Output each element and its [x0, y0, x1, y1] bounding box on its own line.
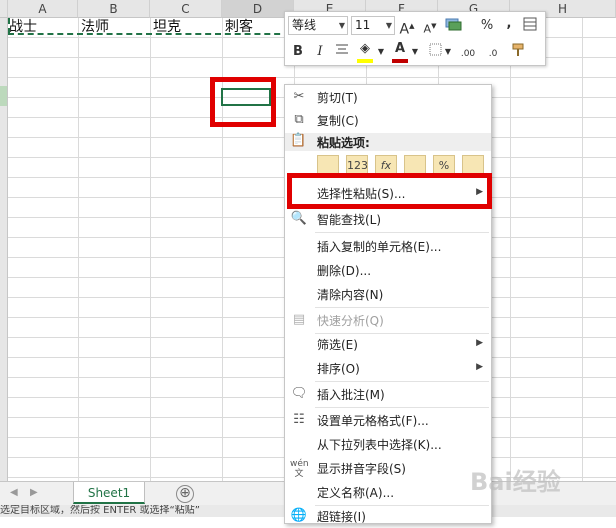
column-header-b[interactable]: B — [78, 0, 150, 18]
menu-item-label: 剪切(T) — [317, 91, 358, 105]
mini-toolbar: 等线 ▼ 11 ▼ A▲ A▼ % , B I ◈ ▼ A ▼ ▼ .00 .0 — [284, 11, 546, 66]
menu-item-copy[interactable]: ⧉ 复制(C) — [285, 108, 491, 132]
menu-item-format-cells[interactable]: ☷ 设置单元格格式(F)... — [285, 408, 491, 432]
paste-options-header: 📋 粘贴选项: — [285, 133, 491, 151]
quick-analysis-icon: ▤ — [292, 312, 306, 327]
bold-button[interactable]: B — [291, 43, 305, 61]
increase-font-label: A — [399, 21, 410, 38]
context-menu: ✂ 剪切(T) ⧉ 复制(C) 📋 粘贴选项: 123 fx % 选择性粘贴(S… — [284, 84, 492, 524]
font-color-button[interactable]: A — [391, 40, 409, 63]
font-size-box[interactable]: 11 ▼ — [351, 16, 395, 35]
phonetic-icon: wén 文 — [290, 459, 309, 479]
font-size-value: 11 — [355, 18, 371, 32]
menu-item-label: 插入复制的单元格(E)... — [317, 240, 442, 254]
menu-item-hyperlink[interactable]: 🌐 超链接(I) — [285, 504, 491, 528]
menu-item-label: 排序(O) — [317, 362, 360, 376]
add-sheet-icon[interactable]: ⊕ — [176, 485, 194, 503]
menu-item-label: 筛选(E) — [317, 338, 358, 352]
menu-item-show-phonetic[interactable]: wén 文 显示拼音字段(S) — [285, 456, 491, 480]
menu-item-pick-from-list[interactable]: 从下拉列表中选择(K)... — [285, 432, 491, 456]
comma-style-button[interactable]: , — [505, 15, 513, 33]
column-header-c[interactable]: C — [150, 0, 222, 18]
copy-marquee — [8, 33, 290, 35]
select-all-corner[interactable] — [0, 0, 8, 18]
menu-item-clear-contents[interactable]: 清除内容(N) — [285, 282, 491, 306]
chevron-down-icon[interactable]: ▼ — [377, 43, 385, 61]
format-painter-icon[interactable] — [521, 17, 539, 35]
tab-next-icon[interactable]: ▶ — [30, 487, 38, 498]
submenu-arrow-icon: ▶ — [476, 362, 483, 372]
fill-color-swatch — [357, 59, 373, 63]
sheet-tab-sheet1[interactable]: Sheet1 — [73, 482, 145, 504]
font-color-swatch — [392, 59, 408, 63]
comment-icon: 🗨 — [290, 386, 308, 401]
align-center-icon[interactable] — [334, 43, 350, 61]
menu-item-label: 删除(D)... — [317, 264, 372, 278]
menu-item-delete[interactable]: 删除(D)... — [285, 258, 491, 282]
chevron-down-icon[interactable]: ▼ — [411, 43, 419, 61]
format-cells-icon: ☷ — [293, 412, 305, 427]
borders-icon[interactable] — [427, 43, 443, 61]
watermark: Bai经验 — [470, 468, 561, 496]
font-name-value: 等线 — [292, 18, 317, 32]
fill-color-icon[interactable]: ◈ — [355, 40, 375, 63]
paste-options-label: 粘贴选项: — [317, 136, 370, 150]
menu-item-quick-analysis: ▤ 快速分析(Q) — [285, 308, 491, 332]
menu-item-insert-copied-cells[interactable]: 插入复制的单元格(E)... — [285, 234, 491, 258]
font-name-box[interactable]: 等线 ▼ — [288, 16, 348, 35]
hyperlink-icon: 🌐 — [290, 508, 308, 523]
menu-item-label: 设置单元格格式(F)... — [317, 414, 429, 428]
chevron-down-icon: ▼ — [338, 21, 345, 30]
active-row-marker — [0, 86, 7, 106]
highlight-box-paste-special — [287, 173, 492, 209]
menu-item-insert-comment[interactable]: 🗨 插入批注(M) — [285, 382, 491, 406]
menu-separator — [315, 232, 489, 233]
menu-item-label: 智能查找(L) — [317, 213, 382, 227]
accounting-format-icon[interactable] — [443, 17, 465, 35]
clipboard-icon: 📋 — [290, 133, 307, 148]
menu-item-label: 显示拼音字段(S) — [317, 462, 406, 476]
menu-item-label: 从下拉列表中选择(K)... — [317, 438, 442, 452]
copy-marquee-left — [8, 18, 10, 34]
font-color-label: A — [394, 41, 406, 56]
chevron-down-icon[interactable]: ▼ — [444, 43, 452, 61]
submenu-arrow-icon: ▶ — [476, 338, 483, 348]
percent-button[interactable]: % — [480, 17, 494, 35]
menu-item-define-name[interactable]: 定义名称(A)... — [285, 480, 491, 504]
column-header-a[interactable]: A — [8, 0, 78, 18]
scissors-icon: ✂ — [293, 89, 305, 104]
menu-item-smart-lookup[interactable]: 🔍 智能查找(L) — [285, 207, 491, 231]
highlight-box-active-cell — [210, 77, 276, 127]
menu-item-label: 定义名称(A)... — [317, 486, 395, 500]
italic-button[interactable]: I — [313, 43, 327, 61]
decrease-font-label: A — [423, 22, 432, 36]
smart-lookup-icon: 🔍 — [290, 211, 308, 226]
menu-item-filter[interactable]: 筛选(E) ▶ — [285, 332, 491, 356]
menu-item-sort[interactable]: 排序(O) ▶ — [285, 356, 491, 380]
tab-prev-icon[interactable]: ◀ — [10, 487, 18, 498]
decrease-font-button[interactable]: A▼ — [422, 17, 438, 36]
format-painter-brush-icon[interactable] — [509, 43, 527, 61]
increase-font-button[interactable]: A▲ — [399, 17, 415, 38]
menu-item-label: 快速分析(Q) — [317, 314, 384, 328]
number-format-icon — [445, 18, 462, 31]
menu-item-label: 清除内容(N) — [317, 288, 384, 302]
menu-item-cut[interactable]: ✂ 剪切(T) — [285, 85, 491, 109]
decrease-decimal-button[interactable]: .0 — [483, 45, 503, 63]
paint-bucket-icon: ◈ — [360, 41, 370, 56]
copy-icon: ⧉ — [294, 112, 304, 127]
menu-item-label: 插入批注(M) — [317, 388, 385, 402]
increase-decimal-button[interactable]: .00 — [457, 45, 479, 63]
menu-item-label: 复制(C) — [317, 114, 359, 128]
chevron-down-icon: ▼ — [385, 21, 392, 30]
